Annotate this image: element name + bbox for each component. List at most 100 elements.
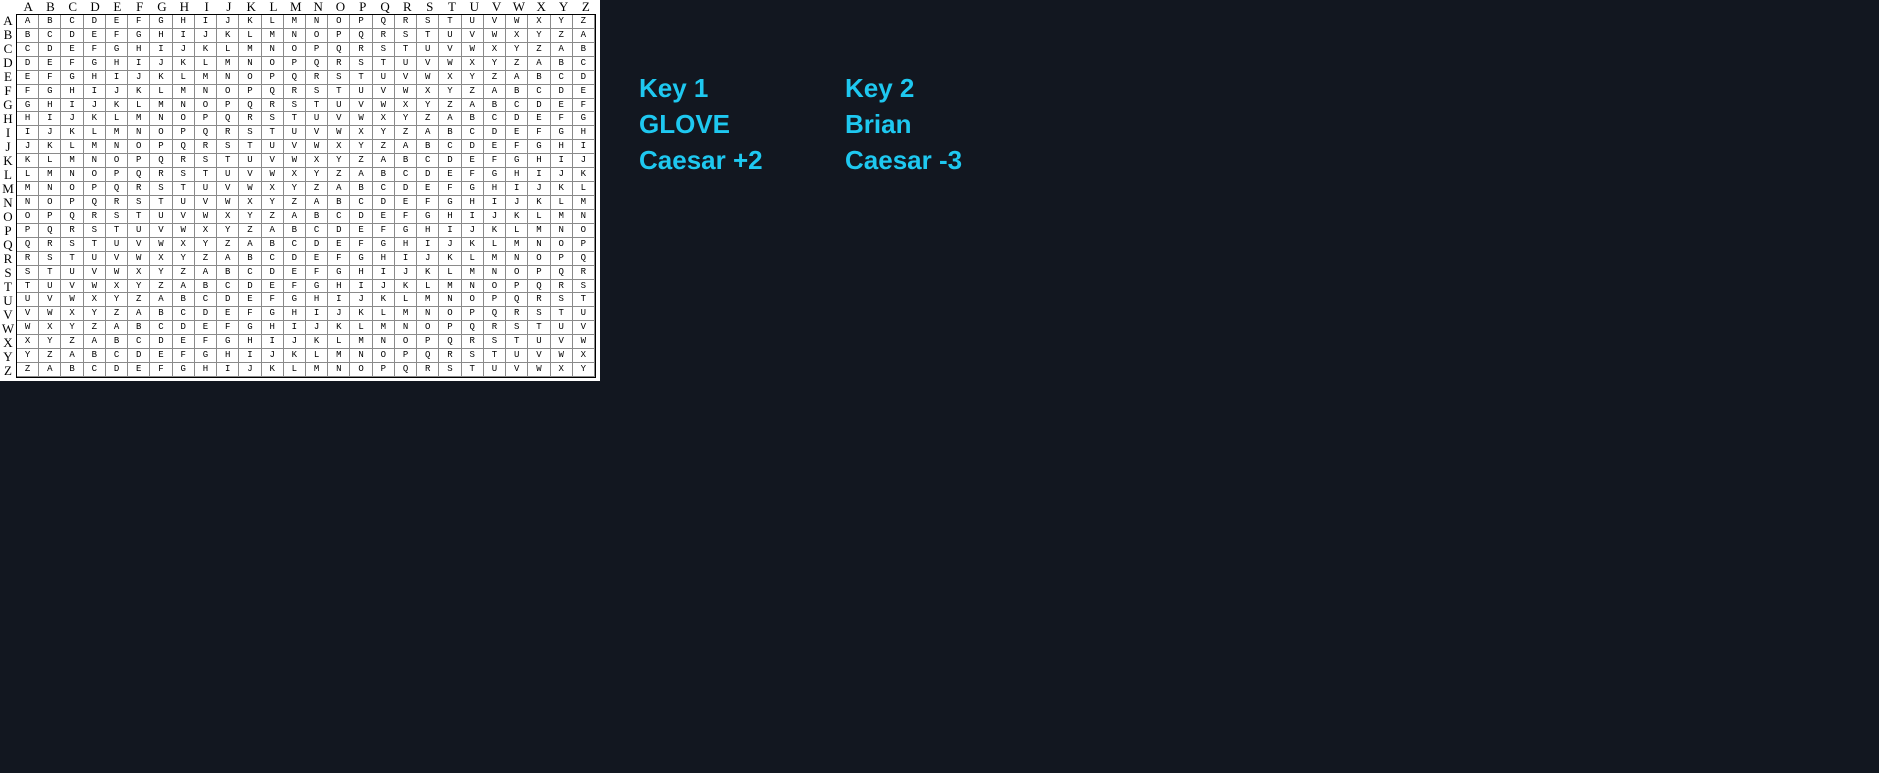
grid-cell: P [39,209,62,224]
grid-cell: H [528,154,551,169]
grid-cell: M [17,182,40,196]
grid-cell: L [39,154,62,169]
grid-cell: C [61,15,84,29]
grid-cell: A [261,223,284,238]
grid-cell: C [506,98,529,113]
grid-cell: P [83,182,106,196]
grid-cell: W [306,140,329,155]
grid-cell: S [83,223,106,238]
grid-cell: P [528,265,551,280]
grid-cell: E [283,265,306,280]
grid-cell: H [439,209,462,224]
grid-cell: S [61,237,84,252]
grid-cell: G [328,265,351,280]
grid-cell: U [328,98,351,113]
grid-cell: C [283,237,306,252]
grid-cell: P [217,98,240,113]
grid-cell: A [239,237,262,252]
grid-cell: R [105,195,129,210]
grid-cell: W [172,223,195,238]
grid-cell: X [394,98,418,113]
grid-cell: F [239,307,262,322]
grid-cell: X [350,126,373,141]
grid-cell: X [150,251,173,266]
grid-cell: B [550,56,573,71]
row-header: Y [3,349,13,364]
grid-cell: P [306,42,329,57]
grid-cell: C [39,28,62,43]
grid-cell: B [394,154,418,169]
grid-cell: Y [172,251,195,266]
grid-cell: M [105,126,129,141]
grid-cell: P [239,84,262,99]
grid-cell: L [550,195,573,210]
grid-cell: Z [328,168,351,183]
grid-cell: M [128,112,151,127]
grid-cell: G [372,237,395,252]
grid-cell: M [506,237,529,252]
grid-cell: L [217,42,240,57]
grid-cell: J [550,168,573,183]
row-header: O [3,209,13,224]
grid-cell: E [483,140,507,155]
grid-cell: Q [461,321,484,336]
column-header: L [269,0,278,14]
grid-cell: Z [394,126,418,141]
grid-cell: X [217,209,240,224]
grid-cell: G [483,168,507,183]
grid-cell: C [439,140,462,155]
grid-cell: J [239,363,262,377]
grid-cell: D [506,112,529,127]
grid-cell: R [39,237,62,252]
grid-cell: P [105,168,129,183]
grid-cell: E [105,15,129,29]
grid-cell: A [105,321,129,336]
grid-cell: C [461,126,484,141]
grid-cell: N [506,251,529,266]
column-header: S [426,0,434,14]
grid-cell: W [394,84,418,99]
grid-cell: U [261,140,284,155]
row-header: K [3,153,13,168]
grid-cell: K [217,28,240,43]
grid-cell: P [17,223,40,238]
grid-cell: N [572,209,595,224]
grid-cell: K [372,293,395,308]
grid-cell: O [550,237,573,252]
column-header: B [46,0,55,14]
grid-cell: Z [105,307,129,322]
grid-cell: V [394,70,418,85]
grid-cell: R [528,293,551,308]
grid-cell: O [483,279,507,294]
grid-cell: C [105,349,129,364]
grid-cell: M [261,28,284,43]
grid-cell: U [417,42,440,57]
row-header: G [3,97,13,112]
grid-cell: K [461,237,484,252]
grid-cell: H [217,349,240,364]
key2-note: Key 2 Brian Caesar -3 [845,70,962,178]
grid-cell: B [105,335,129,350]
grid-cell: X [239,195,262,210]
grid-cell: J [350,293,373,308]
grid-cell: A [350,168,373,183]
grid-cell: Q [128,168,151,183]
grid-cell: X [172,237,195,252]
grid-cell: J [372,279,395,294]
row-header: D [3,55,13,70]
column-header: T [448,0,456,14]
grid-cell: T [239,140,262,155]
grid-cell: M [83,140,106,155]
grid-cell: E [461,154,484,169]
grid-cell: Z [128,293,151,308]
grid-cell: D [194,307,218,322]
grid-cell: P [572,237,595,252]
row-header: W [1,321,15,336]
grid-cell: S [128,195,151,210]
grid-cell: W [461,42,484,57]
grid-cell: W [483,28,507,43]
grid-cell: A [194,265,218,280]
grid-cell: A [528,56,551,71]
grid-cell: K [439,251,462,266]
grid-cell: S [39,251,62,266]
